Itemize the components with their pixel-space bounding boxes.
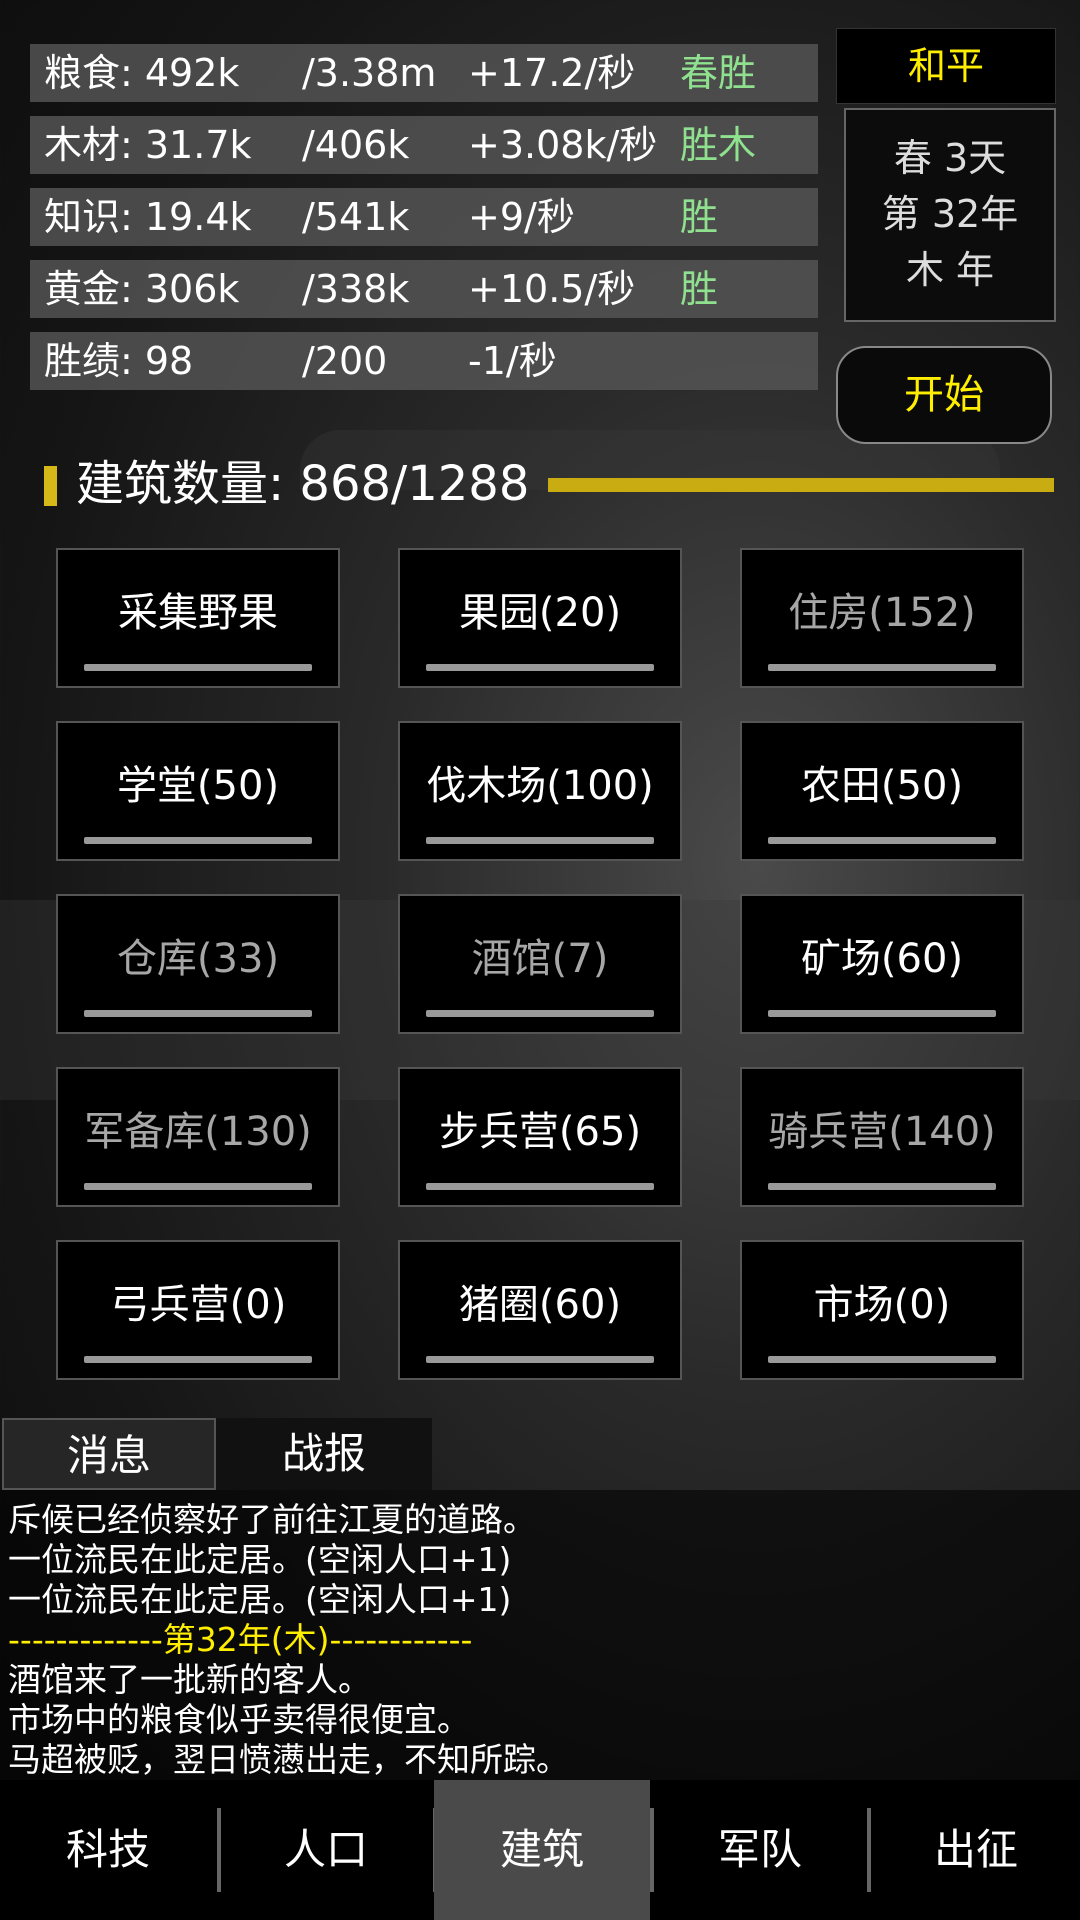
building-progress-bar	[84, 1356, 312, 1363]
log-line: 市场中的粮食似乎卖得很便宜。	[8, 1700, 470, 1739]
building-button[interactable]: 农田(50)	[740, 721, 1024, 861]
building-progress-bar	[426, 837, 654, 844]
bottom-navigation: 科技 人口 建筑 军队 出征	[0, 1780, 1080, 1920]
building-progress-bar	[426, 1010, 654, 1017]
building-label: 农田(50)	[800, 763, 964, 809]
building-count-header: 建筑数量: 868/1288	[44, 456, 1054, 512]
resource-max: /200	[302, 339, 388, 383]
building-progress-bar	[84, 1183, 312, 1190]
resource-row-food: 粮食: 492k /3.38m +17.2/秒 春胜	[30, 44, 818, 102]
building-capacity-bar	[548, 478, 1054, 492]
building-count-label: 建筑数量: 868/1288	[76, 456, 530, 512]
building-label: 伐木场(100)	[426, 763, 654, 809]
building-label: 步兵营(65)	[438, 1109, 642, 1155]
building-progress-bar	[768, 664, 996, 671]
building-label: 猪圈(60)	[458, 1282, 622, 1328]
peace-mode-button[interactable]: 和平	[836, 28, 1056, 104]
building-button[interactable]: 军备库(130)	[56, 1067, 340, 1207]
resource-rate: +10.5/秒	[468, 267, 636, 311]
building-button[interactable]: 住房(152)	[740, 548, 1024, 688]
building-progress-bar	[84, 1010, 312, 1017]
date-element-year: 木 年	[905, 248, 995, 292]
building-label: 弓兵营(0)	[109, 1282, 287, 1328]
building-label: 学堂(50)	[116, 763, 280, 809]
log-line: 斥候已经侦察好了前往江夏的道路。	[8, 1500, 536, 1539]
resource-rate: +3.08k/秒	[468, 123, 658, 167]
building-label: 果园(20)	[458, 590, 622, 636]
resource-bonus: 胜	[680, 267, 719, 311]
resource-row-knowledge: 知识: 19.4k /541k +9/秒 胜	[30, 188, 818, 246]
building-progress-bar	[426, 1183, 654, 1190]
log-line: 一位流民在此定居。(空闲人口+1)	[8, 1580, 512, 1619]
date-display: 春 3天 第 32年 木 年	[844, 108, 1056, 322]
nav-population[interactable]: 人口	[218, 1780, 434, 1920]
building-progress-bar	[768, 837, 996, 844]
building-button[interactable]: 酒馆(7)	[398, 894, 682, 1034]
resource-rate: -1/秒	[468, 339, 557, 383]
tab-battle-report[interactable]: 战报	[216, 1418, 432, 1490]
nav-expedition[interactable]: 出征	[868, 1780, 1080, 1920]
resource-row-victory: 胜绩: 98 /200 -1/秒	[30, 332, 818, 390]
resource-max: /541k	[302, 195, 410, 239]
log-year-divider: -------------第32年(木)------------	[8, 1620, 473, 1659]
nav-technology[interactable]: 科技	[0, 1780, 216, 1920]
start-button[interactable]: 开始	[836, 346, 1052, 444]
date-year: 第 32年	[881, 192, 1019, 236]
building-button[interactable]: 伐木场(100)	[398, 721, 682, 861]
building-progress-bar	[768, 1010, 996, 1017]
resource-row-wood: 木材: 31.7k /406k +3.08k/秒 胜木	[30, 116, 818, 174]
building-button[interactable]: 猪圈(60)	[398, 1240, 682, 1380]
building-button[interactable]: 弓兵营(0)	[56, 1240, 340, 1380]
resource-name: 黄金: 306k	[44, 267, 240, 311]
resource-max: /338k	[302, 267, 410, 311]
building-progress-bar	[426, 664, 654, 671]
building-label: 骑兵营(140)	[768, 1109, 996, 1155]
building-label: 军备库(130)	[84, 1109, 312, 1155]
building-progress-bar	[768, 1183, 996, 1190]
resource-max: /406k	[302, 123, 410, 167]
log-line: 马超被贬，翌日愤懑出走，不知所踪。	[8, 1740, 569, 1779]
tab-messages[interactable]: 消息	[2, 1418, 216, 1490]
building-button[interactable]: 果园(20)	[398, 548, 682, 688]
building-progress-bar	[768, 1356, 996, 1363]
resource-row-gold: 黄金: 306k /338k +10.5/秒 胜	[30, 260, 818, 318]
building-button[interactable]: 矿场(60)	[740, 894, 1024, 1034]
building-label: 矿场(60)	[800, 936, 964, 982]
resource-bonus: 胜木	[680, 123, 757, 167]
message-log[interactable]: 斥候已经侦察好了前往江夏的道路。 一位流民在此定居。(空闲人口+1) 一位流民在…	[0, 1490, 1080, 1780]
resource-bonus: 春胜	[680, 51, 757, 95]
building-progress-bar	[84, 837, 312, 844]
resource-name: 粮食: 492k	[44, 51, 240, 95]
resource-bonus: 胜	[680, 195, 719, 239]
log-line: 一位流民在此定居。(空闲人口+1)	[8, 1540, 512, 1579]
building-button[interactable]: 步兵营(65)	[398, 1067, 682, 1207]
resource-rate: +17.2/秒	[468, 51, 636, 95]
building-button[interactable]: 骑兵营(140)	[740, 1067, 1024, 1207]
building-label: 采集野果	[118, 590, 278, 636]
building-button[interactable]: 采集野果	[56, 548, 340, 688]
building-label: 酒馆(7)	[471, 936, 609, 982]
building-label: 市场(0)	[813, 1282, 951, 1328]
resource-name: 木材: 31.7k	[44, 123, 252, 167]
nav-army[interactable]: 军队	[652, 1780, 868, 1920]
resource-max: /3.38m	[302, 51, 437, 95]
building-progress-bar	[84, 664, 312, 671]
resource-name: 胜绩: 98	[44, 339, 194, 383]
date-day: 春 3天	[893, 136, 1007, 180]
building-button[interactable]: 仓库(33)	[56, 894, 340, 1034]
building-label: 住房(152)	[788, 590, 976, 636]
resource-name: 知识: 19.4k	[44, 195, 252, 239]
building-button[interactable]: 学堂(50)	[56, 721, 340, 861]
log-line: 酒馆来了一批新的客人。	[8, 1660, 371, 1699]
building-button[interactable]: 市场(0)	[740, 1240, 1024, 1380]
nav-buildings[interactable]: 建筑	[434, 1780, 650, 1920]
section-marker	[44, 466, 57, 506]
building-label: 仓库(33)	[116, 936, 280, 982]
building-progress-bar	[426, 1356, 654, 1363]
resource-rate: +9/秒	[468, 195, 575, 239]
